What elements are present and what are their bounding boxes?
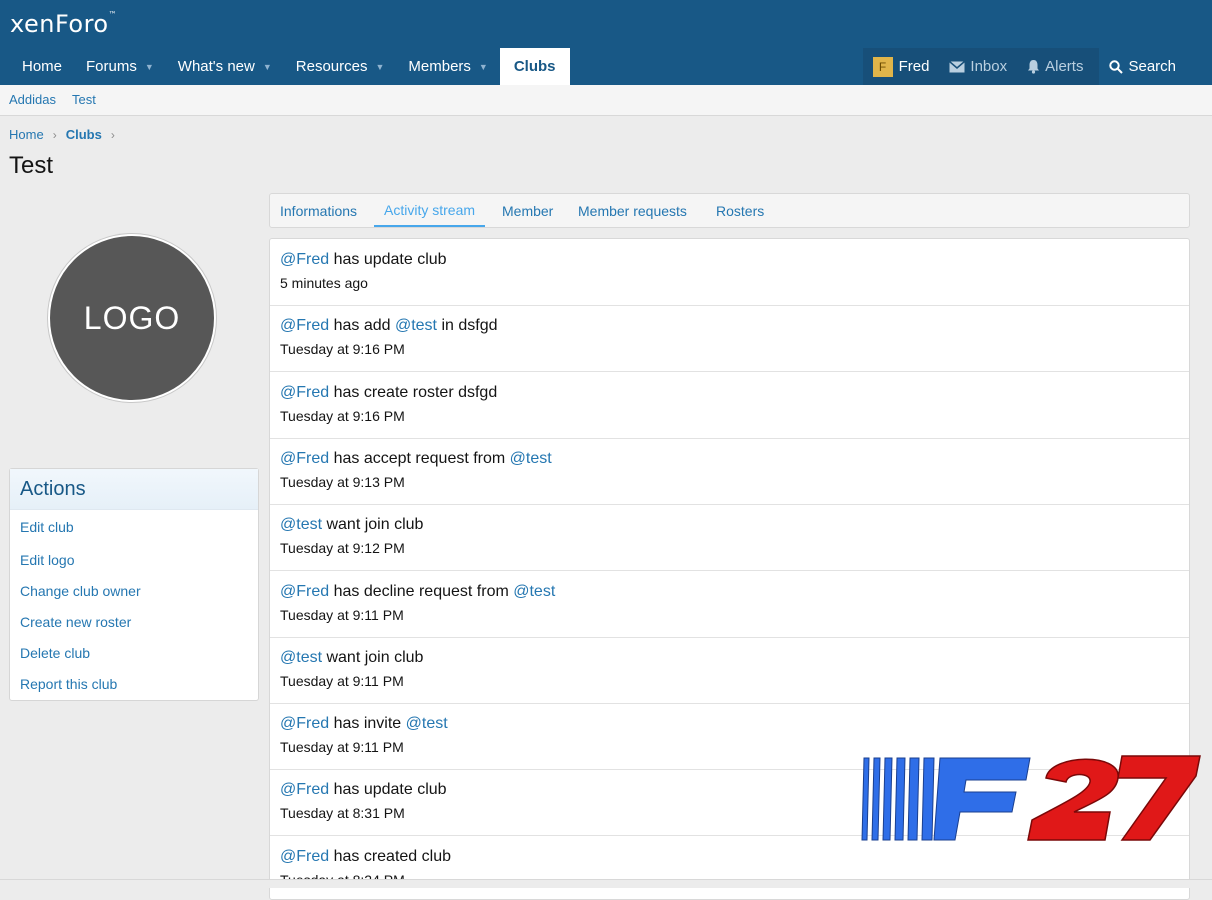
avatar: F <box>872 56 893 77</box>
account-link[interactable]: F Fred <box>863 48 940 85</box>
chevron-down-icon[interactable]: ▼ <box>263 62 272 72</box>
activity-description: want join club <box>322 516 424 534</box>
nav-tab-clubs[interactable]: Clubs <box>499 48 570 85</box>
activity-text: @Fred has created club <box>280 848 451 866</box>
activity-item: @test want join club Tuesday at 9:11 PM <box>270 637 1189 704</box>
activity-text: @test want join club <box>280 649 423 667</box>
activity-description: has invite <box>329 715 406 733</box>
user-mention-link[interactable]: @test <box>510 450 552 467</box>
user-mention-link[interactable]: @Fred <box>280 781 329 798</box>
search-icon <box>1109 59 1124 74</box>
activity-text: @Fred has update club <box>280 781 447 799</box>
action-change-owner[interactable]: Change club owner <box>20 583 141 599</box>
activity-time: Tuesday at 9:11 PM <box>280 739 404 756</box>
activity-description: has create roster dsfgd <box>329 383 498 401</box>
action-edit-club[interactable]: Edit club <box>20 519 74 535</box>
activity-time: Tuesday at 9:11 PM <box>280 606 404 623</box>
site-logo[interactable]: xenForo™ <box>10 10 117 38</box>
f27-watermark-logo <box>861 755 1201 841</box>
user-mention-link[interactable]: @Fred <box>280 384 329 401</box>
activity-description: in dsfgd <box>437 317 498 335</box>
activity-item: @Fred has create roster dsfgd Tuesday at … <box>270 372 1189 439</box>
breadcrumb-home[interactable]: Home <box>9 127 44 142</box>
chevron-right-icon: › <box>110 127 115 142</box>
chevron-right-icon: › <box>52 127 57 142</box>
subnav-link-addidas[interactable]: Addidas <box>9 92 56 107</box>
activity-time: Tuesday at 9:13 PM <box>280 473 405 490</box>
actions-title: Actions <box>10 469 258 510</box>
activity-time: Tuesday at 9:16 PM <box>280 341 405 358</box>
activity-text: @Fred has accept request from @test <box>280 450 552 468</box>
breadcrumb: Home › Clubs › <box>9 127 124 142</box>
activity-description: has created club <box>329 847 451 865</box>
activity-time: Tuesday at 8:31 PM <box>280 805 405 822</box>
action-create-roster[interactable]: Create new roster <box>20 614 131 630</box>
activity-description: want join club <box>322 648 424 666</box>
bell-icon <box>1027 59 1040 74</box>
action-edit-logo[interactable]: Edit logo <box>20 552 74 568</box>
user-mention-link[interactable]: @Fred <box>280 251 329 268</box>
activity-text: @Fred has decline request from @test <box>280 583 555 601</box>
club-subnav: Addidas Test <box>0 85 1212 116</box>
nav-tab-whats-new[interactable]: What's new ▼ <box>166 48 284 85</box>
user-mention-link[interactable]: @test <box>513 583 555 600</box>
activity-text: @Fred has update club <box>280 251 447 269</box>
user-mention-link[interactable]: @test <box>280 649 322 666</box>
club-tabs: Informations Activity stream Member Memb… <box>269 193 1190 228</box>
main-nav: Home Forums ▼ What's new ▼ Resources ▼ Memb… <box>10 48 570 85</box>
user-mention-link[interactable]: @test <box>280 516 322 533</box>
tab-activity-stream[interactable]: Activity stream <box>374 194 486 227</box>
nav-tab-forums[interactable]: Forums ▼ <box>74 48 166 85</box>
chevron-down-icon[interactable]: ▼ <box>145 62 154 72</box>
user-mention-link[interactable]: @test <box>395 317 437 334</box>
page-title: Test <box>9 152 54 179</box>
user-mention-link[interactable]: @test <box>406 715 448 732</box>
user-mention-link[interactable]: @Fred <box>280 848 329 865</box>
activity-text: @Fred has create roster dsfgd <box>280 384 497 402</box>
activity-description: has add <box>329 317 395 335</box>
activity-time: Tuesday at 9:12 PM <box>280 540 405 557</box>
user-mention-link[interactable]: @Fred <box>280 317 329 334</box>
action-report-club[interactable]: Report this club <box>20 676 117 692</box>
user-mention-link[interactable]: @Fred <box>280 715 329 732</box>
activity-item: @Fred has accept request from @test Tuesd… <box>270 438 1189 505</box>
envelope-icon <box>949 60 966 73</box>
activity-text: @test want join club <box>280 516 423 534</box>
user-mention-link[interactable]: @Fred <box>280 583 329 600</box>
activity-item: @Fred has decline request from @test Tues… <box>270 571 1189 638</box>
activity-item: @test want join club Tuesday at 9:12 PM <box>270 504 1189 572</box>
nav-tab-resources[interactable]: Resources ▼ <box>284 48 397 85</box>
activity-description: has accept request from <box>329 449 510 467</box>
actions-panel: Actions Edit club Edit logo Change club … <box>9 468 259 701</box>
tab-member-requests[interactable]: Member requests <box>578 194 687 227</box>
nav-tab-home[interactable]: Home <box>10 48 74 85</box>
activity-text: @Fred has invite @test <box>280 715 448 733</box>
tab-informations[interactable]: Informations <box>280 194 357 227</box>
site-header: xenForo™ Home Forums ▼ What's new ▼ Resour… <box>0 0 1212 85</box>
inbox-link[interactable]: Inbox <box>939 48 1017 85</box>
subnav-link-test[interactable]: Test <box>72 92 96 107</box>
activity-time: Tuesday at 9:16 PM <box>280 407 405 424</box>
account-name: Fred <box>898 58 930 75</box>
club-logo: LOGO <box>48 234 216 402</box>
user-mention-link[interactable]: @Fred <box>280 450 329 467</box>
activity-description: has update club <box>329 251 447 268</box>
activity-text: @Fred has add @test in dsfgd <box>280 317 497 335</box>
activity-time: 5 minutes ago <box>280 275 368 291</box>
activity-item: @Fred has add @test in dsfgd Tuesday at 9… <box>270 305 1189 373</box>
tab-member[interactable]: Member <box>502 194 553 227</box>
nav-tab-members[interactable]: Members ▼ <box>396 48 499 85</box>
action-delete-club[interactable]: Delete club <box>20 645 90 661</box>
search-button[interactable]: Search <box>1099 48 1186 85</box>
user-nav: F Fred Inbox Alerts Search <box>862 48 1186 85</box>
activity-description: has decline request from <box>329 582 514 600</box>
tab-rosters[interactable]: Rosters <box>716 194 764 227</box>
alerts-link[interactable]: Alerts <box>1017 48 1093 85</box>
breadcrumb-clubs[interactable]: Clubs <box>66 127 102 142</box>
chevron-down-icon[interactable]: ▼ <box>375 62 384 72</box>
activity-item: @Fred has update club 5 minutes ago <box>270 239 1189 306</box>
activity-time: Tuesday at 9:11 PM <box>280 672 404 689</box>
activity-description: has update club <box>329 781 447 799</box>
chevron-down-icon[interactable]: ▼ <box>479 62 488 72</box>
